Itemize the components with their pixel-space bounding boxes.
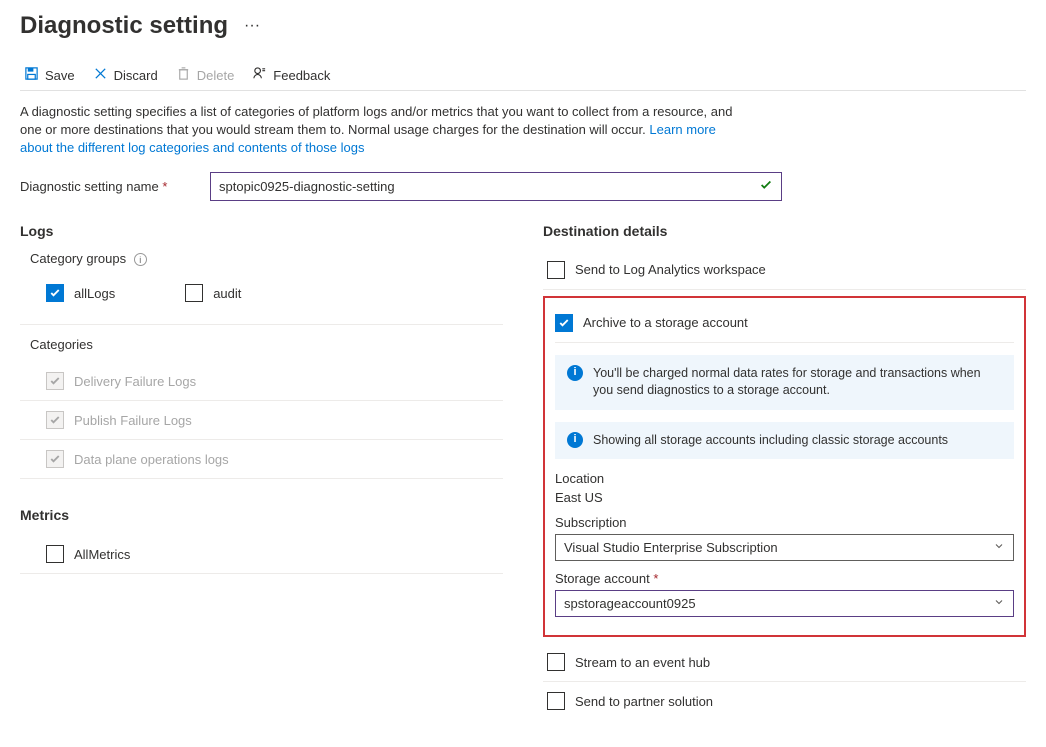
delivery-failure-checkbox	[46, 372, 64, 390]
alllogs-label[interactable]: allLogs	[74, 286, 115, 301]
delivery-failure-label: Delivery Failure Logs	[74, 374, 196, 389]
delete-button: Delete	[176, 66, 235, 84]
category-groups-label: Category groups i	[20, 251, 503, 267]
data-plane-label: Data plane operations logs	[74, 452, 229, 467]
close-icon	[93, 66, 108, 84]
location-value: East US	[555, 490, 1014, 505]
intro-text: A diagnostic setting specifies a list of…	[20, 103, 740, 158]
audit-checkbox[interactable]	[185, 284, 203, 302]
location-label: Location	[555, 471, 1014, 486]
publish-failure-checkbox	[46, 411, 64, 429]
save-button[interactable]: Save	[24, 66, 75, 84]
info-icon: i	[567, 432, 583, 448]
info-text-1: You'll be charged normal data rates for …	[593, 365, 1002, 400]
diagnostic-name-input[interactable]: sptopic0925-diagnostic-setting	[210, 172, 782, 201]
feedback-label: Feedback	[273, 68, 330, 83]
storage-account-value: spstorageaccount0925	[564, 596, 696, 611]
allmetrics-label[interactable]: AllMetrics	[74, 547, 130, 562]
diagnostic-name-value: sptopic0925-diagnostic-setting	[219, 179, 395, 194]
eventhub-label[interactable]: Stream to an event hub	[575, 655, 710, 670]
check-icon	[759, 178, 773, 195]
intro-text-body: A diagnostic setting specifies a list of…	[20, 104, 732, 137]
publish-failure-label: Publish Failure Logs	[74, 413, 192, 428]
info-text-2: Showing all storage accounts including c…	[593, 432, 948, 450]
chevron-down-icon	[993, 540, 1005, 555]
law-label[interactable]: Send to Log Analytics workspace	[575, 262, 766, 277]
law-checkbox[interactable]	[547, 261, 565, 279]
storage-account-select[interactable]: spstorageaccount0925	[555, 590, 1014, 617]
command-bar: Save Discard Delete Feedback	[20, 60, 1026, 91]
save-icon	[24, 66, 39, 84]
feedback-icon	[252, 66, 267, 84]
feedback-button[interactable]: Feedback	[252, 66, 330, 84]
archive-checkbox[interactable]	[555, 314, 573, 332]
trash-icon	[176, 66, 191, 84]
info-box-all-accounts: i Showing all storage accounts including…	[555, 422, 1014, 460]
alllogs-checkbox[interactable]	[46, 284, 64, 302]
chevron-down-icon	[993, 596, 1005, 611]
storage-account-label: Storage account *	[555, 571, 1014, 586]
info-icon: i	[567, 365, 583, 381]
partner-label[interactable]: Send to partner solution	[575, 694, 713, 709]
discard-button[interactable]: Discard	[93, 66, 158, 84]
logs-heading: Logs	[20, 223, 503, 239]
eventhub-checkbox[interactable]	[547, 653, 565, 671]
discard-label: Discard	[114, 68, 158, 83]
allmetrics-checkbox[interactable]	[46, 545, 64, 563]
delete-label: Delete	[197, 68, 235, 83]
subscription-value: Visual Studio Enterprise Subscription	[564, 540, 778, 555]
partner-checkbox[interactable]	[547, 692, 565, 710]
subscription-select[interactable]: Visual Studio Enterprise Subscription	[555, 534, 1014, 561]
metrics-heading: Metrics	[20, 507, 503, 523]
archive-label[interactable]: Archive to a storage account	[583, 315, 748, 330]
diagnostic-name-label: Diagnostic setting name *	[20, 179, 170, 194]
info-icon[interactable]: i	[134, 253, 147, 266]
destination-details-heading: Destination details	[543, 223, 1026, 239]
data-plane-checkbox	[46, 450, 64, 468]
archive-storage-section: Archive to a storage account i You'll be…	[543, 296, 1026, 638]
save-label: Save	[45, 68, 75, 83]
page-title: Diagnostic setting	[20, 12, 228, 40]
more-actions-button[interactable]: ···	[238, 15, 266, 37]
subscription-label: Subscription	[555, 515, 1014, 530]
audit-label[interactable]: audit	[213, 286, 241, 301]
info-box-charges: i You'll be charged normal data rates fo…	[555, 355, 1014, 410]
categories-label: Categories	[20, 324, 503, 352]
